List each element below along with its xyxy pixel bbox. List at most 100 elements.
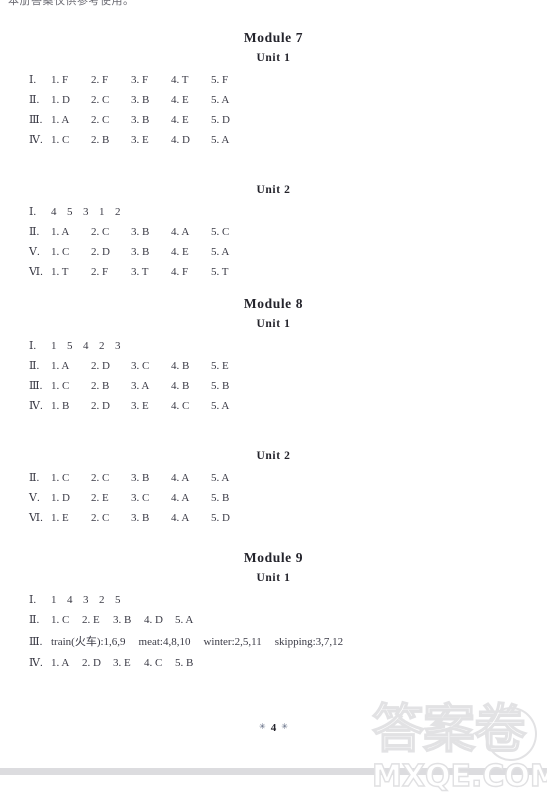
answer-line: Ⅰ. 1 5 4 2 3 (0, 339, 547, 352)
answer-item: 3. E (131, 400, 149, 412)
answer-item: 4. D (171, 134, 190, 146)
answer-item: 5 (67, 340, 73, 352)
answer-line-numeral: Ⅴ. (29, 246, 40, 258)
answer-item: 5. A (175, 614, 194, 626)
answer-item: 3. B (131, 94, 150, 106)
answer-line-numeral: Ⅱ. (29, 472, 40, 484)
answer-line: Ⅳ. 1. A 2. D 3. E 4. C 5. B (0, 656, 547, 669)
unit-title: Unit 2 (256, 450, 291, 462)
answer-item: train(火车):1,6,9 (51, 636, 126, 648)
unit-block: Unit 2 Ⅱ. 1. C 2. C 3. B 4. A 5. A Ⅴ. 1. D 2. E 3.… (0, 450, 547, 524)
answer-line: Ⅳ. 1. C 2. B 3. E 4. D 5. A (0, 133, 547, 146)
module-block: Module 9 Unit 1 Ⅰ. 1 4 3 2 5 Ⅱ. 1. C 2. E 3. B 4. D 5… (0, 550, 547, 669)
answer-item: 4. B (171, 380, 190, 392)
answer-line-list: Ⅰ. 1 5 4 2 3 Ⅱ. 1. A 2. D 3. C 4. B 5. E Ⅲ. 1. C 2. B 3… (0, 339, 547, 412)
answer-line-numeral: Ⅳ. (29, 657, 43, 669)
unit-title: Unit 1 (256, 572, 291, 584)
answer-item: 3 (83, 594, 89, 606)
answer-line: Ⅴ. 1. D 2. E 3. C 4. A 5. B (0, 491, 547, 504)
answer-item: 5. D (211, 114, 230, 126)
bottom-gray-bar (0, 768, 547, 775)
answer-item: 3. E (113, 657, 131, 669)
page-footer: ✳ 4 ✳ (0, 722, 547, 734)
answer-item: 1. C (51, 614, 70, 626)
answer-line-list: Ⅰ. 4 5 3 1 2 Ⅱ. 1. A 2. C 3. B 4. A 5. C Ⅴ. 1. C 2. D 3… (0, 205, 547, 278)
answer-item: 2. F (91, 74, 109, 86)
unit-block: Unit 1 Ⅰ. 1 5 4 2 3 Ⅱ. 1. A 2. D 3. C 4. B 5. E Ⅲ. 1. … (0, 318, 547, 412)
answer-item: 4. F (171, 266, 189, 278)
answer-item: 4. A (171, 512, 190, 524)
answer-item: 2 (99, 594, 105, 606)
answer-item: 5. F (211, 74, 229, 86)
answer-item: 2. B (91, 134, 110, 146)
answer-item: 4. D (144, 614, 163, 626)
answer-item: 1. F (51, 74, 69, 86)
module-title: Module 9 (243, 550, 304, 565)
answer-line-numeral: Ⅲ. (29, 636, 43, 648)
answer-item: 5. A (211, 246, 230, 258)
answer-item: winter:2,5,11 (203, 636, 262, 648)
answer-item: 4 (83, 340, 89, 352)
answer-item: 3. B (131, 226, 150, 238)
answer-item: 3. C (131, 492, 150, 504)
answer-item: 1. T (51, 266, 69, 278)
answer-item: 3. F (131, 74, 149, 86)
answer-item: 2. D (91, 400, 110, 412)
answer-item: 4. A (171, 226, 190, 238)
answer-item: 3. E (131, 134, 149, 146)
unit-block: Unit 1 Ⅰ. 1 4 3 2 5 Ⅱ. 1. C 2. E 3. B 4. D 5. A Ⅲ. tra… (0, 572, 547, 669)
answer-item: 2. C (91, 512, 110, 524)
answer-line-numeral: Ⅲ. (29, 380, 43, 392)
answer-item: 1. C (51, 380, 70, 392)
answer-item: 5. A (211, 134, 230, 146)
answer-item: 5. A (211, 94, 230, 106)
answer-item: 1 (51, 340, 57, 352)
answer-item: 1. C (51, 246, 70, 258)
answer-item: 4. C (171, 400, 190, 412)
answer-key-page: Module 7 Unit 1 Ⅰ. 1. F 2. F 3. F 4. T 5. F Ⅱ. 1.… (0, 0, 547, 798)
answer-item: 3. B (131, 472, 150, 484)
answer-item: 1. A (51, 114, 70, 126)
module-title: Module 8 (243, 296, 304, 311)
unit-block: Unit 2 Ⅰ. 4 5 3 1 2 Ⅱ. 1. A 2. C 3. B 4. A 5. C Ⅴ. 1. … (0, 184, 547, 278)
answer-item: 3. B (131, 114, 150, 126)
answer-item: 1 (51, 594, 57, 606)
answer-item: 3 (83, 206, 89, 218)
footer-star-right: ✳ (281, 722, 288, 731)
answer-line: Ⅱ. 1. D 2. C 3. B 4. E 5. A (0, 93, 547, 106)
answer-line: Ⅲ. train(火车):1,6,9 meat:4,8,10 winter:2,5,1… (0, 633, 547, 649)
answer-item: 4. E (171, 246, 189, 258)
answer-item: 5. B (175, 657, 194, 669)
watermark: 答案卷 MXQE.COM (371, 699, 547, 798)
answer-item: 2 (115, 206, 121, 218)
answer-line-list: Ⅰ. 1 4 3 2 5 Ⅱ. 1. C 2. E 3. B 4. D 5. A Ⅲ. train(火车)… (0, 593, 547, 669)
watermark-site-text: MXQE.COM (371, 759, 547, 794)
module-block: Module 7 Unit 1 Ⅰ. 1. F 2. F 3. F 4. T 5. F Ⅱ. 1.… (0, 30, 547, 278)
answer-item: 3 (115, 340, 121, 352)
footer-star-left: ✳ (259, 722, 266, 731)
module-block: Module 8 Unit 1 Ⅰ. 1 5 4 2 3 Ⅱ. 1. A 2. D 3. C 4. B 5… (0, 296, 547, 524)
answer-item: 4. E (171, 94, 189, 106)
answer-item: 1. B (51, 400, 70, 412)
answer-line: Ⅰ. 1 4 3 2 5 (0, 593, 547, 606)
answer-item: 2. F (91, 266, 109, 278)
answer-line-numeral: Ⅰ. (29, 206, 37, 218)
answer-line: Ⅴ. 1. C 2. D 3. B 4. E 5. A (0, 245, 547, 258)
answer-item: 1. A (51, 657, 70, 669)
watermark-circle-icon (485, 707, 537, 761)
answer-item: 5. A (211, 400, 230, 412)
answer-item: 1 (99, 206, 105, 218)
answer-item: 3. C (131, 360, 150, 372)
answer-item: 1. C (51, 134, 70, 146)
answer-item: 4 (67, 594, 73, 606)
answer-line: Ⅱ. 1. C 2. C 3. B 4. A 5. A (0, 471, 547, 484)
answer-item: 4 (51, 206, 57, 218)
answer-item: 2. B (91, 380, 110, 392)
answer-line: Ⅳ. 1. B 2. D 3. E 4. C 5. A (0, 399, 547, 412)
answer-line: Ⅰ. 1. F 2. F 3. F 4. T 5. F (0, 73, 547, 86)
unit-block: Unit 1 Ⅰ. 1. F 2. F 3. F 4. T 5. F Ⅱ. 1. D 2. C 3.… (0, 52, 547, 146)
answer-item: 1. E (51, 512, 69, 524)
answer-item: 2 (99, 340, 105, 352)
answer-item: 3. B (131, 246, 150, 258)
answer-line-numeral: Ⅱ. (29, 360, 40, 372)
